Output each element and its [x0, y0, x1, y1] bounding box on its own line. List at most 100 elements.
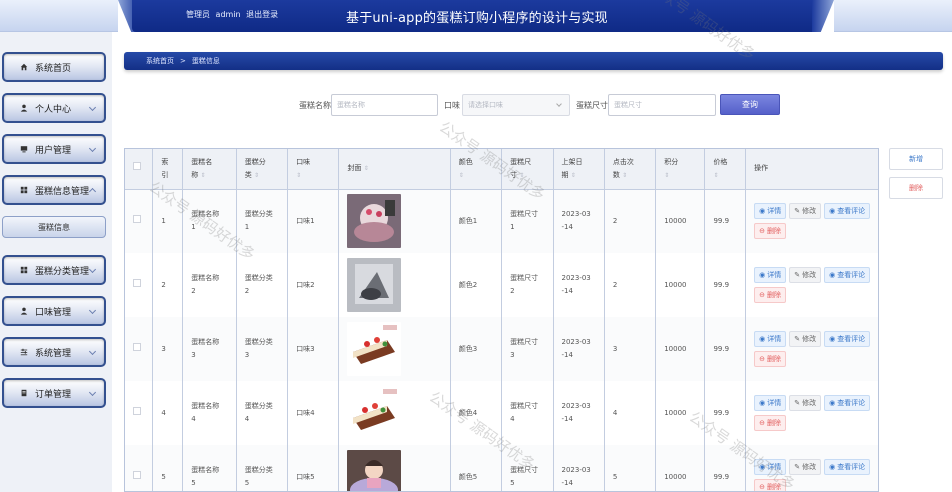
user-icon [20, 104, 28, 112]
row-delete-button[interactable]: ⊖ 删除 [754, 223, 786, 240]
sort-icon[interactable]: ⇕ [459, 172, 464, 179]
sort-icon[interactable]: ⇕ [571, 172, 576, 179]
price-cell: 99.9 [704, 317, 747, 381]
op-label: 详情 [767, 398, 782, 407]
cell-text: 蛋糕分类 [244, 274, 273, 282]
row-select-cell [125, 253, 154, 317]
delete-icon: ⊖ [759, 226, 765, 235]
logout-link[interactable]: 退出登录 [246, 10, 278, 19]
view-comments-button[interactable]: ◉ 查看评论 [824, 203, 871, 220]
sidebar-item-orders[interactable]: 订单管理 [2, 378, 106, 408]
row-delete-button[interactable]: ⊖ 删除 [754, 415, 786, 431]
header-name[interactable]: 蛋糕名称 ⇕ [182, 149, 237, 190]
sidebar-item-cake-category[interactable]: 蛋糕分类管理 [2, 255, 106, 285]
checkbox[interactable] [133, 278, 141, 287]
header-right-bevel [812, 0, 834, 32]
header-text: 期 [561, 170, 569, 179]
sort-icon[interactable]: ⇕ [713, 172, 718, 179]
header-clicks[interactable]: 点击次数 ⇕ [604, 149, 657, 190]
cover-image[interactable] [347, 194, 402, 249]
op-label: 查看评论 [837, 462, 866, 471]
row-delete-button[interactable]: ⊖ 删除 [754, 287, 786, 303]
header-price[interactable]: 价格 ⇕ [704, 149, 747, 190]
header-text: 口味 [296, 157, 311, 166]
delete-button[interactable]: 删除 [889, 177, 943, 199]
edit-button[interactable]: ✎ 修改 [789, 267, 822, 283]
header-select-all[interactable] [125, 149, 154, 190]
points-cell: 10000 [655, 317, 706, 381]
cover-image[interactable] [347, 258, 402, 312]
edit-button[interactable]: ✎ 修改 [789, 331, 822, 347]
eye-icon: ◉ [829, 270, 836, 279]
view-comments-button[interactable]: ◉ 查看评论 [824, 459, 871, 475]
size-cell: 蛋糕尺寸 5 [501, 445, 554, 491]
submenu-cake-info[interactable]: 蛋糕信息 [2, 216, 106, 238]
sort-icon[interactable]: ⇕ [622, 172, 627, 179]
cover-image[interactable] [347, 450, 402, 492]
header-flavor[interactable]: 口味 ⇕ [287, 149, 340, 190]
category-cell: 蛋糕分类 1 [236, 189, 289, 253]
detail-button[interactable]: ◉ 详情 [754, 331, 787, 347]
edit-button[interactable]: ✎ 修改 [789, 459, 822, 475]
sidebar-item-users[interactable]: 用户管理 [2, 134, 106, 164]
header-color[interactable]: 颜色 ⇕ [450, 149, 503, 190]
cell-text: 4 [244, 415, 250, 423]
sort-icon[interactable]: ⇕ [664, 172, 669, 179]
table-row: 4 蛋糕名称 4 蛋糕分类 4 口味4 颜色4 蛋糕尺寸 4 2023-03 -14 4 10000 99… [125, 381, 878, 445]
ops-cell: ◉ 详情 ✎ 修改 ◉ 查看评论 ⊖ 删除 [745, 381, 878, 445]
sidebar-item-system[interactable]: 系统管理 [2, 337, 106, 367]
checkbox[interactable] [133, 342, 141, 351]
checkbox[interactable] [133, 162, 141, 171]
edit-button[interactable]: ✎ 修改 [789, 395, 822, 411]
row-select-cell [125, 189, 154, 253]
header-text: 操作 [754, 164, 769, 173]
checkbox[interactable] [133, 214, 141, 223]
op-label: 修改 [802, 398, 817, 407]
search-flavor-select[interactable]: 请选择口味 [462, 94, 570, 116]
view-comments-button[interactable]: ◉ 查看评论 [824, 267, 871, 283]
view-comments-button[interactable]: ◉ 查看评论 [824, 331, 871, 347]
sidebar-item-cake-info[interactable]: 蛋糕信息管理 [2, 175, 106, 205]
header-date[interactable]: 上架日期 ⇕ [553, 149, 605, 190]
sidebar-item-flavor[interactable]: 口味管理 [2, 296, 106, 326]
search-name-input[interactable] [331, 94, 438, 116]
row-delete-button[interactable]: ⊖ 删除 [754, 479, 786, 491]
edit-button[interactable]: ✎ 修改 [789, 203, 822, 220]
header-category[interactable]: 蛋糕分类 ⇕ [236, 149, 289, 190]
sort-icon[interactable]: ⇕ [519, 172, 524, 179]
sort-icon[interactable]: ⇕ [364, 165, 369, 172]
detail-button[interactable]: ◉ 详情 [754, 395, 787, 411]
sort-icon[interactable]: ⇕ [254, 172, 259, 179]
checkbox[interactable] [133, 406, 141, 415]
query-button[interactable]: 查询 [720, 94, 780, 115]
header-points[interactable]: 积分 ⇕ [655, 149, 706, 190]
cover-image[interactable] [347, 322, 402, 376]
chevron-up-icon [88, 187, 97, 196]
cover-image[interactable] [347, 386, 402, 440]
sort-icon[interactable]: ⇕ [296, 172, 301, 179]
cell-text: 蛋糕尺寸 [510, 274, 539, 282]
op-label: 删除 [766, 290, 781, 299]
cover-cell [338, 189, 451, 253]
checkbox[interactable] [133, 470, 141, 479]
eye-icon: ◉ [829, 334, 836, 343]
header-index[interactable]: 索引 [152, 149, 184, 190]
view-comments-button[interactable]: ◉ 查看评论 [824, 395, 871, 411]
flavor-cell: 口味4 [287, 381, 340, 445]
header-size[interactable]: 蛋糕尺寸 ⇕ [501, 149, 554, 190]
breadcrumb-home[interactable]: 系统首页 [146, 56, 174, 66]
row-delete-button[interactable]: ⊖ 删除 [754, 351, 786, 367]
detail-button[interactable]: ◉ 详情 [754, 459, 787, 475]
sidebar-item-home[interactable]: 系统首页 [2, 52, 106, 82]
add-button[interactable]: 新增 [889, 148, 943, 170]
detail-button[interactable]: ◉ 详情 [754, 267, 787, 283]
header-cover[interactable]: 封面 ⇕ [338, 149, 451, 190]
detail-button[interactable]: ◉ 详情 [754, 203, 787, 220]
cell-text: 2 [244, 287, 250, 295]
search-size-input[interactable] [608, 94, 716, 116]
breadcrumb-separator: > [180, 57, 186, 65]
eye-icon: ◉ [759, 334, 766, 343]
sidebar-item-label: 订单管理 [35, 389, 72, 400]
sort-icon[interactable]: ⇕ [201, 172, 206, 179]
sidebar-item-profile[interactable]: 个人中心 [2, 93, 106, 123]
